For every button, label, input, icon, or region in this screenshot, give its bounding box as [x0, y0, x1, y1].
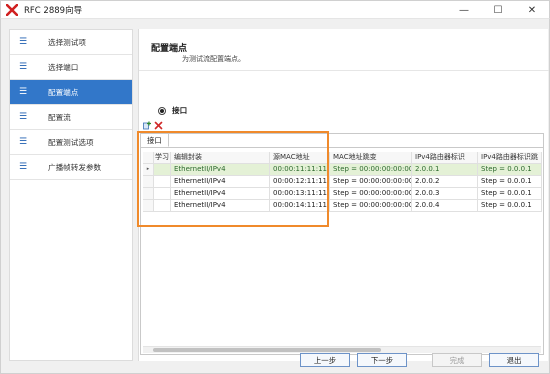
mac-step-cell[interactable]: Step = 00:00:00:00:00:01	[330, 176, 412, 188]
column-header-ipv4-router-id-step[interactable]: IPv4路由器标识跳	[478, 152, 542, 164]
row-header-cell	[143, 176, 154, 188]
row-header-corner	[143, 152, 154, 164]
column-header-encapsulation[interactable]: 编辑封装	[171, 152, 270, 164]
row-indicator-icon: ▸	[143, 164, 154, 176]
list-icon: ☰	[19, 62, 28, 72]
ipv4-router-id-step-cell[interactable]: Step = 0.0.0.1	[478, 164, 542, 176]
radio-button[interactable]	[158, 106, 166, 115]
sidebar-item-select-test[interactable]: ☰ 选择测试项	[10, 30, 132, 55]
mac-step-cell[interactable]: Step = 00:00:00:00:00:01	[330, 188, 412, 200]
interface-radio-option[interactable]: 接口	[158, 105, 187, 116]
interface-panel: 接口 学习 编辑封装 源MAC地址 MAC地址跳变 IPv4路由器标识 IPv4…	[140, 133, 544, 355]
learn-cell[interactable]	[154, 176, 171, 188]
window-title: RFC 2889向导	[24, 5, 83, 16]
column-header-learn[interactable]: 学习	[154, 152, 171, 164]
encapsulation-cell[interactable]: EthernetII/IPv4	[171, 200, 270, 212]
table-row[interactable]: EthernetII/IPv4 00:00:14:11:11:11 Step =…	[143, 200, 542, 212]
table-header-row: 学习 编辑封装 源MAC地址 MAC地址跳变 IPv4路由器标识 IPv4路由器…	[143, 152, 542, 164]
source-mac-cell[interactable]: 00:00:11:11:11:11	[270, 164, 330, 176]
close-button[interactable]: ✕	[515, 1, 549, 19]
delete-row-icon[interactable]	[154, 121, 163, 130]
sidebar-item-label: 配置端点	[48, 87, 79, 97]
maximize-button[interactable]: ☐	[481, 1, 515, 19]
column-header-mac-step[interactable]: MAC地址跳变	[330, 152, 412, 164]
sidebar-item-test-options[interactable]: ☰ 配置测试选项	[10, 130, 132, 155]
column-header-source-mac[interactable]: 源MAC地址	[270, 152, 330, 164]
next-button[interactable]: 下一步	[357, 353, 407, 367]
minimize-button[interactable]: —	[447, 1, 481, 19]
sidebar-item-select-port[interactable]: ☰ 选择端口	[10, 55, 132, 80]
sidebar-item-label: 广播帧转发参数	[48, 162, 102, 172]
sidebar-item-label: 选择端口	[48, 62, 79, 72]
ipv4-router-id-step-cell[interactable]: Step = 0.0.0.1	[478, 188, 542, 200]
sidebar-item-configure-endpoints[interactable]: ☰ 配置端点	[10, 80, 132, 105]
window-controls: — ☐ ✕	[447, 1, 549, 19]
encapsulation-cell[interactable]: EthernetII/IPv4	[171, 176, 270, 188]
add-row-icon[interactable]	[143, 121, 152, 130]
list-icon: ☰	[19, 112, 28, 122]
ipv4-router-id-cell[interactable]: 2.0.0.1	[412, 164, 478, 176]
row-header-cell	[143, 200, 154, 212]
table-row[interactable]: EthernetII/IPv4 00:00:13:11:11:11 Step =…	[143, 188, 542, 200]
sidebar-item-label: 配置流	[48, 112, 71, 122]
tab-interface[interactable]: 接口	[141, 134, 169, 147]
endpoint-grid: 学习 编辑封装 源MAC地址 MAC地址跳变 IPv4路由器标识 IPv4路由器…	[143, 152, 542, 350]
sidebar-item-label: 选择测试项	[48, 37, 86, 47]
ipv4-router-id-step-cell[interactable]: Step = 0.0.0.1	[478, 176, 542, 188]
sidebar-item-configure-streams[interactable]: ☰ 配置流	[10, 105, 132, 130]
learn-cell[interactable]	[154, 188, 171, 200]
ipv4-router-id-cell[interactable]: 2.0.0.2	[412, 176, 478, 188]
scrollbar-thumb[interactable]	[153, 348, 381, 352]
sidebar-item-label: 配置测试选项	[48, 137, 94, 147]
page-subtitle: 为测试流配置端点。	[182, 55, 245, 63]
ipv4-router-id-cell[interactable]: 2.0.0.4	[412, 200, 478, 212]
divider	[139, 70, 549, 71]
row-header-cell	[143, 188, 154, 200]
app-logo-icon	[5, 3, 19, 17]
mac-step-cell[interactable]: Step = 00:00:00:00:00:01	[330, 200, 412, 212]
exit-button[interactable]: 退出	[489, 353, 539, 367]
horizontal-scrollbar[interactable]	[143, 346, 541, 353]
title-bar: RFC 2889向导 — ☐ ✕	[0, 0, 550, 18]
list-icon: ☰	[19, 137, 28, 147]
encapsulation-cell[interactable]: EthernetII/IPv4	[171, 164, 270, 176]
list-icon: ☰	[19, 87, 28, 97]
wizard-body: ☰ 选择测试项 ☰ 选择端口 ☰ 配置端点 ☰ 配置流 ☰ 配置测试选项 ☰ 广…	[0, 18, 550, 374]
learn-cell[interactable]	[154, 200, 171, 212]
wizard-steps-sidebar: ☰ 选择测试项 ☰ 选择端口 ☰ 配置端点 ☰ 配置流 ☰ 配置测试选项 ☰ 广…	[9, 29, 133, 361]
source-mac-cell[interactable]: 00:00:13:11:11:11	[270, 188, 330, 200]
main-content: 配置端点 为测试流配置端点。 接口 接口 学习 编辑封装 源MAC地址 MAC地…	[138, 29, 549, 361]
ipv4-router-id-cell[interactable]: 2.0.0.3	[412, 188, 478, 200]
ipv4-router-id-step-cell[interactable]: Step = 0.0.0.1	[478, 200, 542, 212]
source-mac-cell[interactable]: 00:00:12:11:11:11	[270, 176, 330, 188]
encapsulation-cell[interactable]: EthernetII/IPv4	[171, 188, 270, 200]
source-mac-cell[interactable]: 00:00:14:11:11:11	[270, 200, 330, 212]
table-row[interactable]: EthernetII/IPv4 00:00:12:11:11:11 Step =…	[143, 176, 542, 188]
grid-toolbar	[143, 121, 163, 130]
page-title: 配置端点	[151, 44, 188, 54]
finish-button: 完成	[432, 353, 482, 367]
learn-cell[interactable]	[154, 164, 171, 176]
column-header-ipv4-router-id[interactable]: IPv4路由器标识	[412, 152, 478, 164]
tab-divider	[141, 147, 543, 148]
table-row[interactable]: ▸ EthernetII/IPv4 00:00:11:11:11:11 Step…	[143, 164, 542, 176]
mac-step-cell[interactable]: Step = 00:00:00:00:00:01	[330, 164, 412, 176]
previous-button[interactable]: 上一步	[300, 353, 350, 367]
list-icon: ☰	[19, 37, 28, 47]
list-icon: ☰	[19, 162, 28, 172]
sidebar-item-broadcast-params[interactable]: ☰ 广播帧转发参数	[10, 155, 132, 180]
radio-label: 接口	[172, 106, 188, 115]
